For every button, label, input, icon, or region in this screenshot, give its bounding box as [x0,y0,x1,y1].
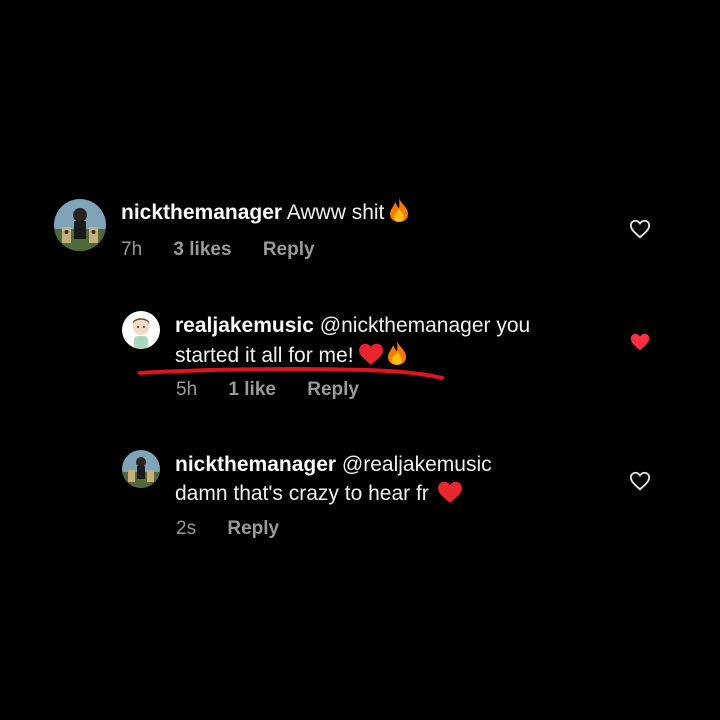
comment-text: Awww shit [286,201,385,224]
comment-username[interactable]: realjakemusic [175,314,314,337]
comment-text-line1: @nickthemanager you [319,314,531,337]
avatar[interactable] [122,450,160,488]
avatar[interactable] [122,311,160,349]
liked-heart-icon[interactable] [629,331,651,353]
comment-username[interactable]: nickthemanager [175,453,336,476]
like-heart-icon[interactable] [629,470,651,492]
reply-button[interactable]: Reply [263,239,315,260]
likes-count[interactable]: 1 like [228,379,276,400]
comment-time: 7h [121,239,143,260]
comment-text-line1: @realjakemusic [341,453,492,476]
avatar[interactable] [54,199,106,251]
like-heart-icon[interactable] [629,218,651,240]
reply-button[interactable]: Reply [307,379,359,400]
comment-text-line2: damn that's crazy to hear fr [175,482,429,505]
likes-count[interactable]: 3 likes [173,239,231,260]
comment-time: 2s [176,518,197,539]
heart-emoji [437,480,463,512]
comment-username[interactable]: nickthemanager [121,201,282,224]
fire-emoji [388,197,410,231]
comment-time: 5h [176,379,198,400]
reply-button[interactable]: Reply [227,518,279,539]
